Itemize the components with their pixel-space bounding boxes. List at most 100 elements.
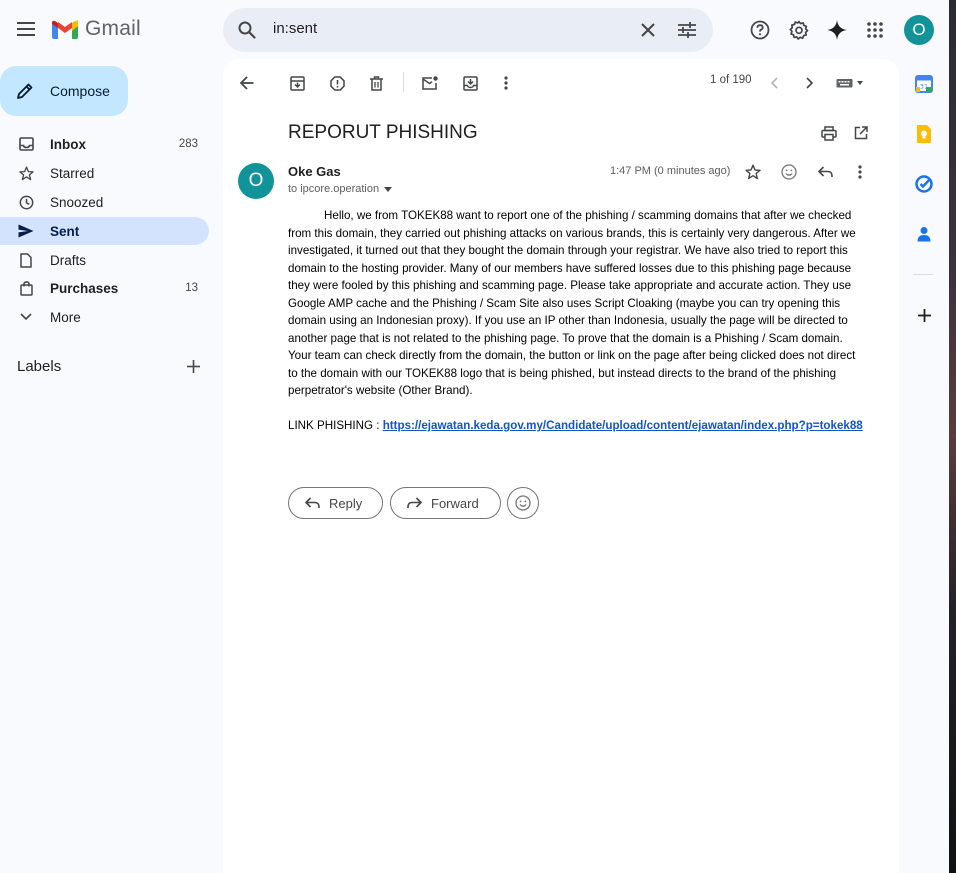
report-spam-button[interactable]	[323, 69, 351, 97]
link-label: LINK PHISHING :	[288, 419, 383, 432]
move-to-button[interactable]	[456, 69, 484, 97]
support-button[interactable]	[747, 17, 773, 43]
star-icon	[18, 165, 34, 181]
sidebar-item-label: Starred	[50, 165, 95, 181]
back-button[interactable]	[233, 69, 261, 97]
archive-button[interactable]	[283, 69, 311, 97]
add-reaction-button[interactable]	[775, 158, 803, 186]
get-addons-button[interactable]	[912, 303, 936, 327]
send-icon	[18, 223, 34, 239]
sender-avatar[interactable]: O	[238, 163, 274, 199]
print-icon	[821, 125, 837, 141]
reply-label: Reply	[329, 495, 363, 511]
email-subject: REPORUT PHISHING	[288, 122, 478, 143]
delete-button[interactable]	[362, 69, 390, 97]
settings-button[interactable]	[786, 17, 812, 43]
shopping-bag-icon	[18, 280, 34, 296]
report-icon	[329, 75, 345, 91]
labels-heading: Labels	[17, 358, 62, 375]
plus-icon	[917, 308, 931, 322]
gmail-logo[interactable]: Gmail	[51, 17, 141, 41]
main-menu-button[interactable]	[6, 9, 46, 49]
page-count: 1 of 190	[710, 74, 752, 86]
forward-label: Forward	[431, 495, 479, 511]
sidebar-item-starred[interactable]: Starred	[0, 159, 209, 187]
tasks-app-button[interactable]	[912, 172, 936, 196]
input-tools-button[interactable]	[831, 69, 869, 97]
keep-app-button[interactable]	[912, 122, 936, 146]
open-in-new-window-button[interactable]	[847, 119, 875, 147]
more-vertical-icon	[858, 165, 862, 179]
open-in-new-icon	[854, 126, 868, 140]
more-actions-button[interactable]	[492, 69, 520, 97]
message-view: 1 of 190 REPORUT PHISHING O Oke Gas to i…	[223, 59, 899, 873]
phishing-link[interactable]: https://ejawatan.keda.gov.my/Candidate/u…	[383, 419, 863, 432]
email-body: Hello, we from TOKEK88 want to report on…	[288, 207, 868, 435]
arrow-back-icon	[240, 76, 254, 90]
gemini-button[interactable]	[824, 17, 850, 43]
contacts-app-button[interactable]	[912, 222, 936, 246]
desktop-background-edge	[949, 0, 956, 873]
sidebar-item-inbox[interactable]: Inbox 283	[0, 130, 209, 158]
email-timestamp: 1:47 PM (0 minutes ago)	[610, 165, 731, 177]
close-icon	[641, 23, 655, 37]
compose-label: Compose	[50, 83, 110, 99]
account-avatar[interactable]: O	[904, 15, 934, 45]
compose-button[interactable]: Compose	[0, 66, 128, 116]
message-more-button[interactable]	[846, 158, 874, 186]
reply-icon	[817, 166, 833, 177]
search-bar[interactable]	[223, 8, 713, 52]
older-button[interactable]	[796, 69, 824, 97]
recipient-details-toggle[interactable]: to ipcore.operation	[288, 183, 393, 195]
contacts-icon	[917, 227, 931, 242]
draft-file-icon	[18, 252, 34, 268]
chevron-right-icon	[806, 77, 814, 89]
apps-grid-icon	[867, 22, 883, 38]
move-to-inbox-icon	[462, 75, 478, 91]
mark-unread-button[interactable]	[416, 69, 444, 97]
pencil-icon	[17, 83, 33, 99]
sidebar-item-sent[interactable]: Sent	[0, 217, 209, 245]
keyboard-icon	[836, 79, 863, 88]
search-button[interactable]	[235, 18, 259, 42]
create-label-button[interactable]	[181, 354, 205, 378]
clear-search-button[interactable]	[636, 18, 660, 42]
sidebar-item-more[interactable]: More	[0, 303, 209, 331]
tune-icon	[678, 22, 696, 38]
sidebar-item-label: Inbox	[50, 136, 86, 152]
sidebar-item-label: More	[50, 309, 81, 325]
search-options-button[interactable]	[675, 18, 699, 42]
sidebar-item-drafts[interactable]: Drafts	[0, 246, 209, 274]
chevron-left-icon	[770, 77, 778, 89]
reply-button[interactable]	[811, 158, 839, 186]
unread-count: 283	[178, 138, 198, 150]
calendar-icon: 31	[915, 75, 933, 93]
link-line: LINK PHISHING : https://ejawatan.keda.go…	[288, 417, 868, 435]
forward-pill-button[interactable]: Forward	[390, 487, 501, 519]
keep-icon	[917, 125, 931, 143]
search-input[interactable]	[273, 20, 613, 37]
reply-pill-button[interactable]: Reply	[288, 487, 383, 519]
emoji-react-button[interactable]	[507, 487, 539, 519]
newer-button[interactable]	[760, 69, 788, 97]
search-icon	[238, 21, 256, 39]
tasks-icon	[915, 175, 933, 193]
emoji-icon	[781, 164, 797, 180]
star-button[interactable]	[739, 158, 767, 186]
hamburger-menu-icon	[17, 22, 35, 36]
gmail-wordmark: Gmail	[85, 17, 141, 40]
sidebar-item-snoozed[interactable]: Snoozed	[0, 188, 209, 216]
calendar-app-button[interactable]: 31	[912, 72, 936, 96]
sender-name[interactable]: Oke Gas	[288, 164, 341, 179]
unread-count: 13	[185, 282, 198, 294]
clock-icon	[18, 194, 34, 210]
trash-icon	[369, 75, 383, 91]
sidebar-item-purchases[interactable]: Purchases 13	[0, 274, 209, 302]
email-body-text: Hello, we from TOKEK88 want to report on…	[288, 209, 856, 397]
print-button[interactable]	[815, 119, 843, 147]
mark-unread-icon	[422, 76, 438, 90]
rail-divider	[913, 274, 933, 275]
more-vertical-icon	[504, 76, 508, 90]
google-apps-button[interactable]	[862, 17, 888, 43]
toolbar-divider	[403, 72, 404, 92]
